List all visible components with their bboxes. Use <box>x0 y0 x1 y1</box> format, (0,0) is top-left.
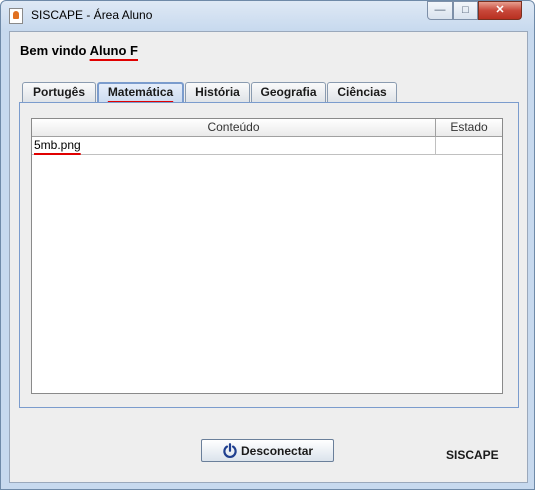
tab-label: Portugês <box>32 85 85 99</box>
client-area: Bem vindo Aluno F Portugês Matemática Hi… <box>9 31 528 483</box>
window-title: SISCAPE - Área Aluno <box>31 8 153 22</box>
title-bar[interactable]: SISCAPE - Área Aluno — □ ✕ <box>1 1 534 31</box>
close-button[interactable]: ✕ <box>478 1 522 20</box>
table-cell-estado[interactable] <box>436 137 502 155</box>
column-header-estado[interactable]: Estado <box>436 119 502 137</box>
disconnect-button[interactable]: Desconectar <box>201 439 334 462</box>
tab-panel-matematica: Conteúdo Estado 5mb.png <box>19 102 519 408</box>
tab-label: Ciências <box>337 85 387 99</box>
tab-geografia[interactable]: Geografia <box>251 82 326 102</box>
content-table[interactable]: Conteúdo Estado 5mb.png <box>31 118 503 394</box>
table-cell-conteudo[interactable]: 5mb.png <box>32 137 436 155</box>
welcome-prefix: Bem vindo <box>20 43 87 58</box>
tab-ciencias[interactable]: Ciências <box>327 82 397 102</box>
tab-label: Geografia <box>260 85 317 99</box>
minimize-button[interactable]: — <box>427 1 453 20</box>
java-app-icon <box>9 8 23 24</box>
tab-label: Matemática <box>107 85 174 99</box>
user-name: Aluno F <box>89 43 138 58</box>
file-name: 5mb.png <box>34 138 81 152</box>
brand-label: SISCAPE <box>446 448 499 462</box>
column-header-conteudo[interactable]: Conteúdo <box>32 119 436 137</box>
tab-label: História <box>195 85 240 99</box>
app-window: SISCAPE - Área Aluno — □ ✕ Bem vindo Alu… <box>0 0 535 490</box>
disconnect-label: Desconectar <box>241 444 314 458</box>
power-icon <box>223 443 237 458</box>
tab-matematica[interactable]: Matemática <box>97 82 184 102</box>
welcome-label: Bem vindo Aluno F <box>20 43 138 58</box>
tab-historia[interactable]: História <box>185 82 250 102</box>
maximize-button[interactable]: □ <box>453 1 478 20</box>
tab-portugues[interactable]: Portugês <box>22 82 96 102</box>
